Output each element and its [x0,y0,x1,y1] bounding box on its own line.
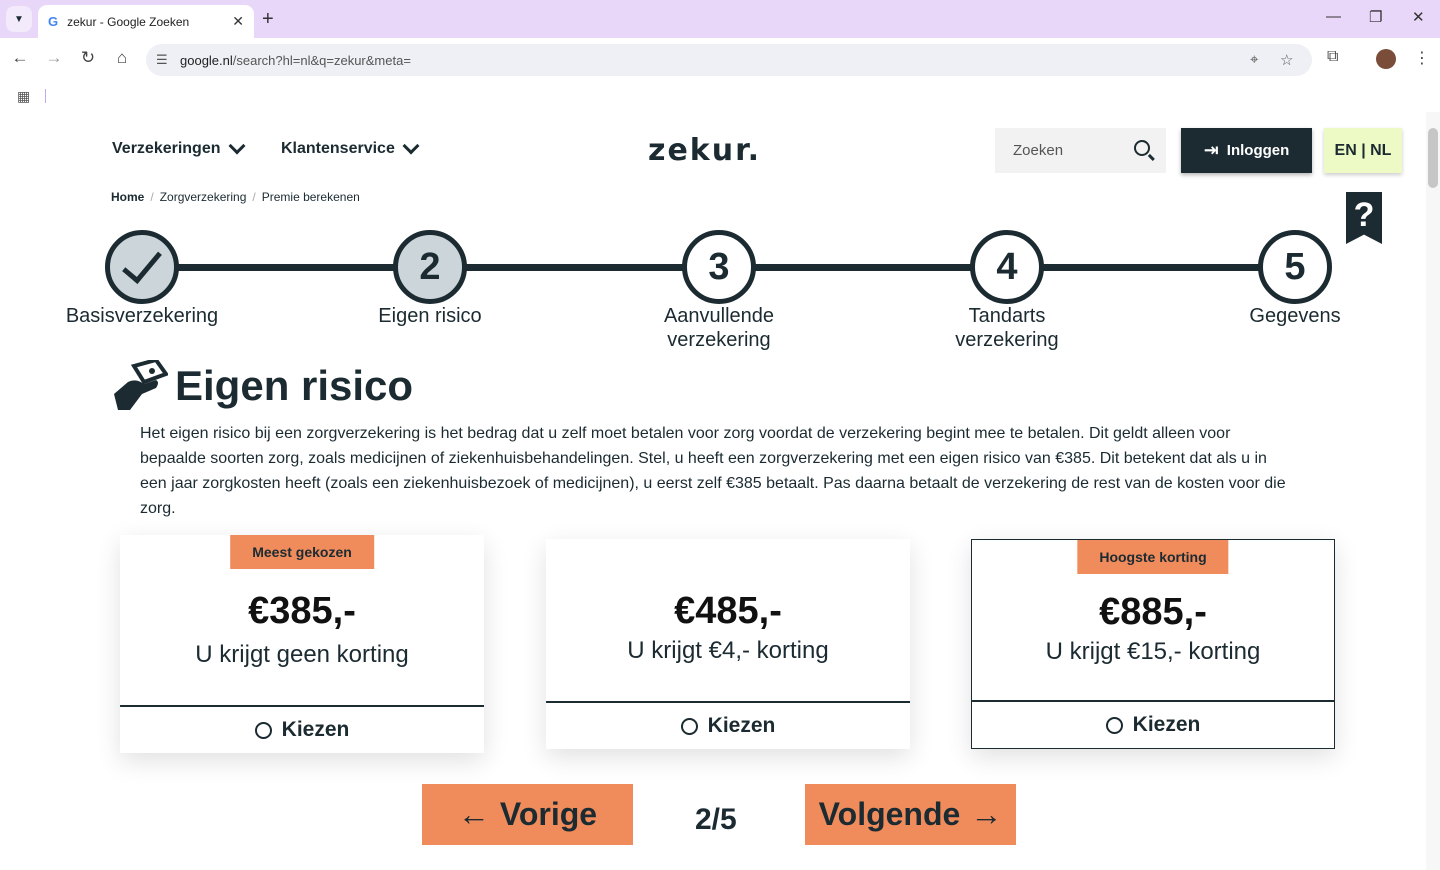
login-button[interactable]: ⇥ Inloggen [1181,128,1312,173]
window-close-button[interactable]: ✕ [1412,8,1425,26]
star-bookmark-icon[interactable]: ☆ [1280,51,1293,69]
step-5-label: Gegevens [1249,305,1341,327]
breadcrumb-home[interactable]: Home [111,190,144,204]
browser-tab-bar: ▼ G zekur - Google Zoeken ✕ + — ❐ ✕ [0,0,1440,38]
arrow-right-icon: → [970,796,1003,832]
step-3-label: Aanvullende verzekering [663,305,775,351]
chevron-down-icon [228,137,245,155]
help-bookmark-icon[interactable]: ? [1346,192,1382,244]
profile-avatar[interactable] [1376,49,1396,69]
previous-button[interactable]: ← Vorige [422,784,633,845]
breadcrumb-current: Premie berekenen [261,190,360,204]
tab-title: zekur - Google Zoeken [67,14,190,29]
step-4-circle[interactable]: 4 [970,230,1044,304]
nav-verzekeringen-label: Verzekeringen [112,140,221,157]
radio-circle-icon[interactable] [680,717,698,735]
chevron-down-icon: ▼ [14,13,24,25]
search-icon[interactable] [1134,140,1150,156]
url-domain: google.nl [180,52,233,68]
option-discount: U krijgt €15,- korting [1045,638,1261,665]
forward-arrow-icon[interactable]: → [42,48,66,68]
chevron-down-icon [402,137,420,155]
step-5-circle[interactable]: 5 [1258,230,1332,304]
language-switch[interactable]: EN | NL [1324,128,1402,173]
choose-label: Kiezen [707,714,776,737]
tab-close-icon[interactable]: ✕ [232,13,244,30]
step-counter: 2/5 [695,803,737,836]
option-card-885[interactable]: Hoogste korting €885,- U krijgt €15,- ko… [971,539,1335,749]
browser-toolbar: ← → ↻ ⌂ ☰ google.nl/search?hl=nl&q=zekur… [0,38,1440,82]
menu-kebab-icon[interactable]: ⋮ [1414,48,1430,68]
login-label: Inloggen [1226,142,1290,159]
nav-verzekeringen[interactable]: Verzekeringen [112,137,245,158]
nav-klantenservice-label: Klantenservice [281,140,395,157]
choose-button[interactable]: Kiezen [546,701,910,749]
step-4-label: Tandarts verzekering [955,305,1059,351]
step-3-circle[interactable]: 3 [682,230,756,304]
option-price: €885,- [1099,591,1207,633]
search-placeholder: Zoeken [1013,142,1064,159]
back-arrow-icon[interactable]: ← [8,48,32,68]
restore-button[interactable]: ❐ [1369,8,1382,26]
option-price: €485,- [674,590,782,632]
step-2-label: Eigen risico [378,305,482,327]
url-path: /search?hl=nl&q=zekur&meta= [232,52,411,68]
radio-circle-icon[interactable] [1105,716,1123,734]
reload-icon[interactable]: ↻ [76,48,100,68]
intro-text: Het eigen risico bij een zorgverzekering… [140,425,1286,517]
bookmarks-bar: ▦ [0,82,1440,110]
search-input[interactable]: Zoeken [995,128,1166,173]
bookmarks-divider [45,89,46,103]
tab-search-button[interactable]: ▼ [6,6,32,32]
next-label: Volgende [818,796,961,832]
badge-hoogste-korting: Hoogste korting [1077,540,1229,574]
page-title: Eigen risico [175,362,414,409]
new-tab-button[interactable]: + [262,8,274,31]
minimize-button[interactable]: — [1326,8,1341,25]
step-1-circle[interactable] [105,230,179,304]
location-pin-icon[interactable]: ⌖ [1250,51,1258,68]
browser-tab[interactable]: G zekur - Google Zoeken ✕ [38,5,254,38]
previous-label: Vorige [499,796,598,832]
option-discount: U krijgt €4,- korting [627,637,829,664]
radio-circle-icon[interactable] [254,721,272,739]
option-discount: U krijgt geen korting [195,641,409,668]
hand-money-icon [114,360,168,410]
option-card-485[interactable]: €485,- U krijgt €4,- korting Kiezen [546,539,910,749]
zekur-logo[interactable]: zekur. [648,133,761,168]
option-price: €385,- [248,590,356,632]
apps-grid-icon[interactable]: ▦ [17,88,30,105]
breadcrumb-zorgverzekering[interactable]: Zorgverzekering [160,190,247,204]
choose-button[interactable]: Kiezen [972,700,1334,748]
next-button[interactable]: Volgende → [805,784,1016,845]
breadcrumb: Home / Zorgverzekering / Premie berekene… [111,190,360,204]
login-icon: ⇥ [1203,140,1219,160]
page-scrollbar[interactable] [1426,112,1440,870]
step-2-circle[interactable]: 2 [393,230,467,304]
site-info-icon[interactable]: ☰ [156,52,168,68]
breadcrumb-separator: / [252,190,256,204]
breadcrumb-separator: / [150,190,154,204]
address-bar[interactable]: ☰ google.nl/search?hl=nl&q=zekur&meta= ⌖… [146,44,1312,76]
checkmark-icon [122,242,162,284]
google-favicon-icon: G [48,14,59,29]
choose-label: Kiezen [281,718,350,741]
choose-label: Kiezen [1132,713,1201,736]
arrow-left-icon: ← [457,796,490,832]
extensions-icon[interactable]: ⧉ [1327,48,1338,66]
choose-button[interactable]: Kiezen [120,705,484,753]
scrollbar-thumb[interactable] [1428,128,1438,188]
step-1-label: Basisverzekering [65,305,219,327]
nav-klantenservice[interactable]: Klantenservice [281,137,420,158]
badge-meest-gekozen: Meest gekozen [230,535,374,569]
option-card-385[interactable]: Meest gekozen €385,- U krijgt geen korti… [120,535,484,753]
home-icon[interactable]: ⌂ [110,48,134,68]
